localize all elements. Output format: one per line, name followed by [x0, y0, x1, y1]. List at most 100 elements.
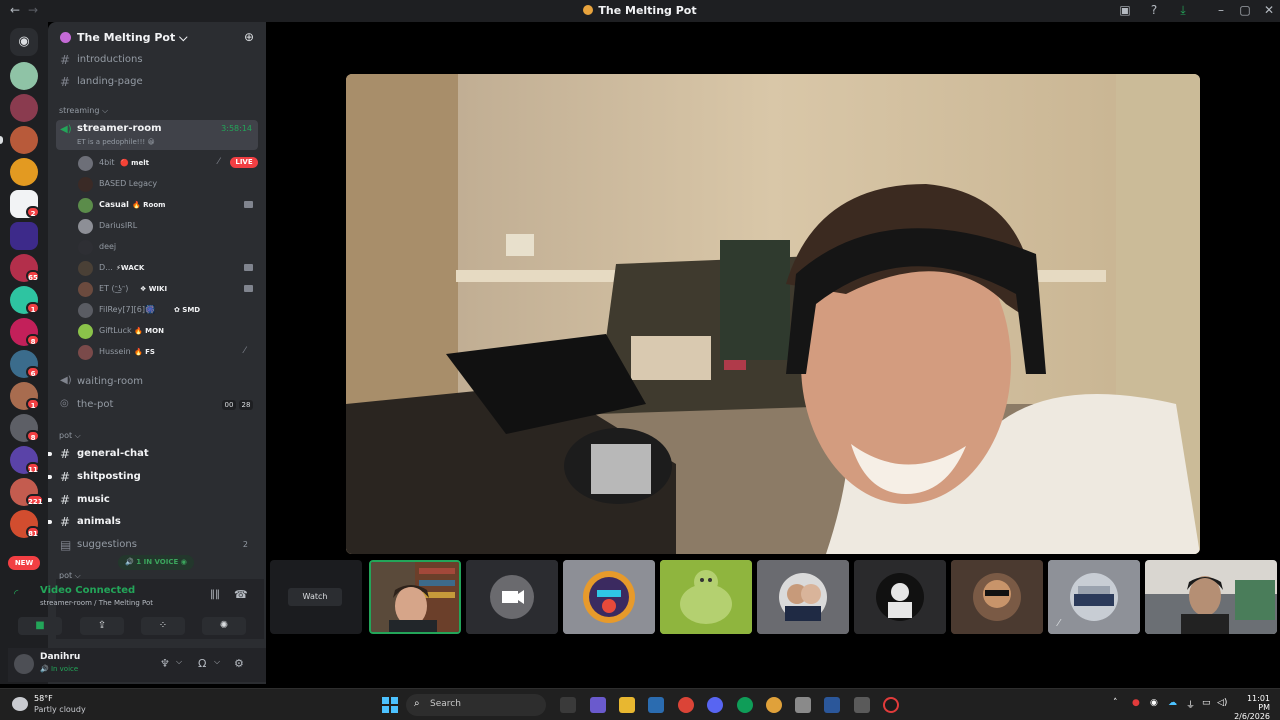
usb-icon[interactable]: ⏚	[1186, 698, 1195, 711]
mention-badge: 6	[26, 366, 40, 378]
onedrive-icon[interactable]: ☁	[1168, 698, 1177, 708]
snipping-tool-icon[interactable]	[854, 697, 870, 713]
weather-icon[interactable]	[12, 697, 28, 711]
soundboard-button[interactable]: ✺	[202, 617, 246, 635]
avatar	[78, 240, 93, 255]
username: D...	[99, 263, 113, 272]
category-streaming[interactable]: streaming ⌵	[59, 106, 108, 116]
participant-tile[interactable]	[369, 560, 461, 634]
participant-avatar	[563, 560, 655, 634]
camera-button[interactable]: ■	[18, 617, 62, 635]
headphones-icon[interactable]: Ω	[198, 657, 206, 670]
in-voice-pill[interactable]: 🔊 1 IN VOICE ◉	[118, 555, 194, 570]
word-icon[interactable]	[824, 697, 840, 713]
channel-introductions[interactable]: # introductions	[56, 50, 258, 70]
file-explorer-icon[interactable]	[619, 697, 635, 713]
voice-user[interactable]: Hussein 🔥 FS ⁄	[78, 342, 258, 362]
server-icon[interactable]	[10, 62, 38, 90]
calculator-icon[interactable]	[795, 697, 811, 713]
channel-shitposting[interactable]: # shitposting	[48, 467, 258, 487]
channel-general-chat[interactable]: # general-chat	[48, 444, 258, 464]
user-tag: ✿ SMD	[174, 306, 201, 314]
channel-animals[interactable]: # animals	[48, 512, 258, 532]
voice-status-title[interactable]: Video Connected	[40, 585, 135, 596]
voice-user[interactable]: DariusIRL	[78, 216, 258, 236]
tray-app-icon[interactable]: ◉	[1150, 698, 1158, 708]
voice-user[interactable]: FilRey[7][6]🎆 ✿ SMD	[78, 300, 258, 320]
voice-user[interactable]: deej	[78, 237, 258, 257]
participant-tile[interactable]	[854, 560, 946, 634]
server-icon[interactable]	[10, 222, 38, 250]
noise-suppression-icon[interactable]: ‖‖	[210, 589, 220, 600]
voice-channel-the-pot[interactable]: ◎ the-pot 00 28	[56, 395, 258, 415]
voice-user[interactable]: ET (ᵔ͜ʖᵔ) ❖ WIKI	[78, 279, 258, 299]
volume-icon[interactable]: ◁)	[1217, 698, 1227, 708]
obs-icon[interactable]	[883, 697, 899, 713]
minimize-icon[interactable]: –	[1214, 3, 1228, 17]
system-clock[interactable]: 11:01 PM 2/6/2026	[1234, 694, 1270, 720]
participant-tile[interactable]: ⁄	[1048, 560, 1140, 634]
channel-suggestions[interactable]: ▤ suggestions 2	[56, 535, 258, 555]
participant-tile[interactable]	[757, 560, 849, 634]
windows-start-icon[interactable]	[382, 697, 398, 713]
voice-channel-waiting-room[interactable]: ◀) waiting-room	[56, 372, 258, 392]
server-icon[interactable]	[10, 158, 38, 186]
discord-taskbar-icon[interactable]	[707, 697, 723, 713]
voice-status-subtitle[interactable]: streamer-room / The Melting Pot	[40, 599, 153, 607]
server-icon[interactable]	[10, 126, 38, 154]
microphone-icon[interactable]: ♆	[160, 657, 170, 670]
help-icon[interactable]: ?	[1147, 3, 1161, 17]
screen-share-button[interactable]: ⇪	[80, 617, 124, 635]
focused-video-stream[interactable]	[346, 74, 1200, 554]
server-icon	[583, 5, 594, 15]
participant-tile[interactable]	[1145, 560, 1277, 634]
inbox-icon[interactable]: ▣	[1118, 3, 1132, 17]
server-icon[interactable]	[10, 94, 38, 122]
close-icon[interactable]: ✕	[1262, 3, 1276, 17]
gear-icon[interactable]: ⚙	[234, 657, 244, 670]
signal-icon[interactable]: ◜	[14, 587, 18, 600]
voice-user[interactable]: D... ⚡WACK	[78, 258, 258, 278]
watch-button[interactable]: Watch	[288, 588, 342, 606]
chrome-icon[interactable]	[678, 697, 694, 713]
download-icon[interactable]: ⤓	[1176, 3, 1190, 18]
disconnect-icon[interactable]: ☎	[234, 588, 248, 601]
tray-app-icon[interactable]: ●	[1132, 698, 1140, 708]
discord-icon[interactable]: ◉	[10, 28, 38, 56]
user-panel: Danihru 🔊 In voice ♆ ⌵ Ω ⌵ ⚙	[8, 648, 266, 682]
person-add-icon[interactable]: ⊕	[244, 30, 254, 44]
voice-user[interactable]: Casual 🔥 Room	[78, 195, 258, 215]
participant-video	[1145, 560, 1277, 634]
selected-indicator	[0, 136, 3, 144]
chevron-up-icon[interactable]: ˄	[1113, 698, 1118, 708]
weather-condition[interactable]: Partly cloudy	[34, 705, 86, 714]
channel-music[interactable]: # music	[48, 490, 258, 510]
weather-temp[interactable]: 58°F	[34, 694, 53, 703]
voice-user[interactable]: GiftLuck 🔥 MON	[78, 321, 258, 341]
chrome-profile-icon[interactable]	[766, 697, 782, 713]
taskbar-search[interactable]: ⌕ Search	[406, 694, 546, 716]
channel-label: suggestions	[77, 539, 137, 550]
network-icon[interactable]: ▭	[1202, 698, 1211, 708]
maximize-icon[interactable]: ▢	[1238, 3, 1252, 17]
store-icon[interactable]	[648, 697, 664, 713]
copilot-icon[interactable]	[590, 697, 606, 713]
voice-channel-streamer-room[interactable]: ◀) streamer-room 3:58:14 ET is a pedophi…	[56, 120, 258, 150]
participant-tile[interactable]	[951, 560, 1043, 634]
participant-tile[interactable]	[466, 560, 558, 634]
title-bar: ← → The Melting Pot ▣ ? ⤓ – ▢ ✕	[0, 0, 1280, 22]
task-view-icon[interactable]	[560, 697, 576, 713]
voice-user[interactable]: 4bit 🔴 melt ⁄ LIVE	[78, 153, 258, 173]
chevron-down-icon[interactable]: ⌵	[176, 657, 182, 667]
chevron-down-icon[interactable]: ⌵	[214, 657, 220, 667]
participant-tile[interactable]	[563, 560, 655, 634]
watch-stream-tile[interactable]: Watch	[270, 560, 362, 634]
participant-tile[interactable]	[660, 560, 752, 634]
activities-button[interactable]: ⁘	[141, 617, 185, 635]
category-pot[interactable]: pot ⌵	[59, 431, 81, 441]
chrome-profile-icon[interactable]	[737, 697, 753, 713]
channel-landing-page[interactable]: # landing-page	[56, 72, 258, 92]
voice-user[interactable]: BASED Legacy	[78, 174, 258, 194]
avatar[interactable]	[14, 654, 34, 674]
new-badge[interactable]: NEW	[8, 556, 40, 570]
